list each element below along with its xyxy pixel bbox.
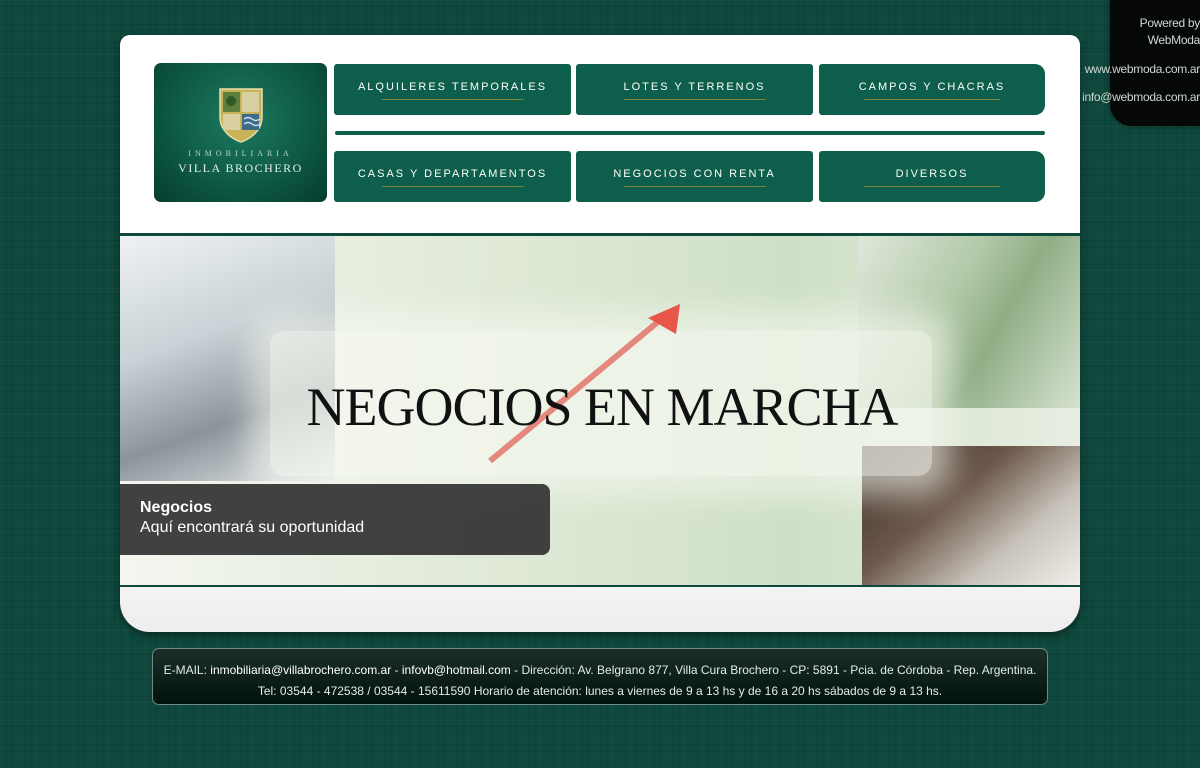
powered-by-website-link[interactable]: www.webmoda.com.ar xyxy=(1085,62,1200,76)
nav-campos-y-chacras[interactable]: CAMPOS Y CHACRAS xyxy=(819,64,1045,115)
nav-casas-y-departamentos[interactable]: CASAS Y DEPARTAMENTOS xyxy=(334,151,571,202)
logo-line-1: INMOBILIARIA xyxy=(188,149,293,158)
caption-title: Negocios xyxy=(140,499,213,516)
nav-divider xyxy=(335,131,1045,135)
footer-contact-box: E-MAIL: inmobiliaria@villabrochero.com.a… xyxy=(152,648,1048,705)
footer-line-1: E-MAIL: inmobiliaria@villabrochero.com.a… xyxy=(153,660,1047,681)
footer-email-link-2[interactable]: infovb@hotmail.com xyxy=(402,663,511,677)
powered-by-brand: WebModa xyxy=(1147,33,1200,47)
logo-line-2: VILLA BROCHERO xyxy=(178,161,303,175)
footer-address: - Dirección: Av. Belgrano 877, Villa Cur… xyxy=(514,663,1037,677)
banner-title: NEGOCIOS EN MARCHA xyxy=(306,377,898,437)
caption-text: Aquí encontrará su oportunidad xyxy=(140,519,365,536)
footer-email-link-1[interactable]: inmobiliaria@villabrochero.com.ar xyxy=(210,663,391,677)
powered-by-box: Powered by WebModa www.webmoda.com.ar in… xyxy=(1082,0,1200,126)
main-panel: INMOBILIARIA VILLA BROCHERO ALQUILERES T… xyxy=(120,35,1080,632)
nav-negocios-con-renta[interactable]: NEGOCIOS CON RENTA xyxy=(576,151,813,202)
footer-line-2: Tel: 03544 - 472538 / 03544 - 15611590 H… xyxy=(257,684,943,698)
footer-separator: - xyxy=(394,663,399,677)
nav-diversos[interactable]: DIVERSOS xyxy=(819,151,1045,202)
nav-lotes-y-terrenos[interactable]: LOTES Y TERRENOS xyxy=(576,64,813,115)
site-logo[interactable]: INMOBILIARIA VILLA BROCHERO xyxy=(154,63,327,202)
powered-by-label: Powered by xyxy=(1139,16,1200,30)
footer-email-label: E-MAIL: xyxy=(163,663,207,677)
nav-alquileres-temporales[interactable]: ALQUILERES TEMPORALES xyxy=(334,64,571,115)
hero-banner[interactable]: NEGOCIOS EN MARCHA Negocios Aquí encontr… xyxy=(120,233,1080,587)
banner-caption: Negocios Aquí encontrará su oportunidad xyxy=(120,484,550,555)
coat-of-arms-icon xyxy=(219,88,263,143)
powered-by-email-link[interactable]: info@webmoda.com.ar xyxy=(1082,90,1200,104)
